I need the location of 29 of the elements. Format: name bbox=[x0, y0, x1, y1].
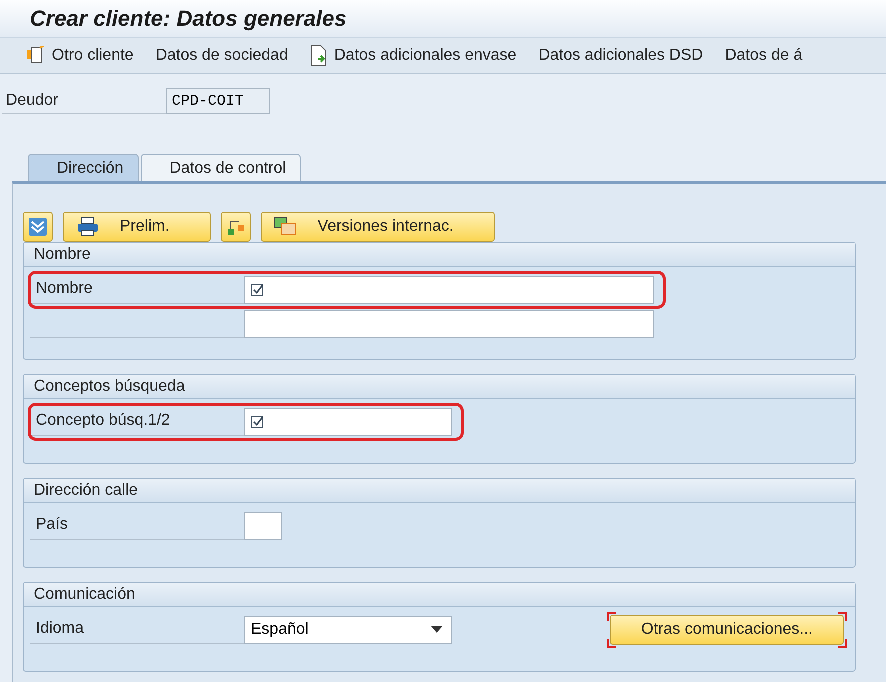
action-button[interactable]: Otras comunicaciones... bbox=[610, 615, 844, 645]
printer-icon bbox=[76, 217, 100, 237]
double-chevron-icon bbox=[28, 217, 48, 237]
toolbar-button[interactable]: Datos adicionales envase bbox=[310, 44, 517, 67]
group-title: Nombre bbox=[24, 243, 855, 267]
action-button[interactable]: Prelim. bbox=[63, 212, 211, 242]
required-check-icon bbox=[251, 415, 265, 429]
dropdown-field[interactable]: Español bbox=[244, 616, 452, 644]
toolbar-button[interactable]: Datos de á bbox=[725, 46, 803, 65]
tab[interactable]: Datos de control bbox=[140, 154, 302, 181]
required-check-icon bbox=[251, 283, 265, 297]
input-field[interactable] bbox=[244, 512, 282, 540]
readonly-field: CPD-COIT bbox=[166, 88, 270, 114]
input-field[interactable] bbox=[244, 408, 452, 436]
group-title: Conceptos búsqueda bbox=[24, 375, 855, 399]
stacked-windows-icon bbox=[274, 217, 298, 237]
toolbar-button[interactable]: Datos adicionales DSD bbox=[538, 46, 704, 65]
action-button[interactable]: Versiones internac. bbox=[260, 212, 495, 242]
input-field[interactable] bbox=[244, 276, 654, 304]
toolbar-button[interactable]: Otro cliente bbox=[26, 46, 134, 66]
group-title: Dirección calle bbox=[24, 479, 855, 503]
caret-icon bbox=[431, 626, 443, 634]
window-title: Crear cliente: Datos generales bbox=[30, 6, 347, 32]
icon-button[interactable] bbox=[220, 212, 251, 242]
group-title: Comunicación bbox=[24, 583, 855, 607]
toolbar-button[interactable]: Datos de sociedad bbox=[156, 46, 288, 65]
icon-button[interactable] bbox=[23, 212, 53, 242]
input-field[interactable] bbox=[244, 310, 654, 338]
tab[interactable]: Dirección bbox=[28, 154, 139, 181]
